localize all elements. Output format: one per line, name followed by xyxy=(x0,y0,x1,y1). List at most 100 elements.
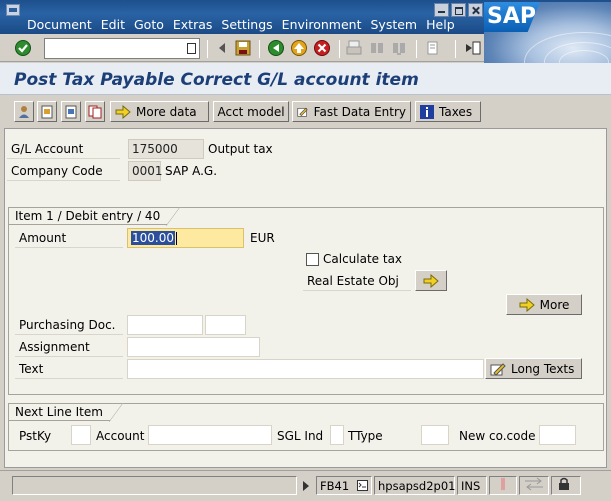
real-estate-label: Real Estate Obj xyxy=(303,271,411,291)
transfer-icon xyxy=(525,477,543,491)
back-icon[interactable] xyxy=(267,39,285,57)
pencil-list-icon xyxy=(297,107,308,117)
create-session-icon[interactable] xyxy=(464,39,482,57)
gl-account-label: G/L Account xyxy=(7,139,120,159)
menu-help[interactable]: Help xyxy=(426,17,455,32)
document-icon xyxy=(41,105,53,118)
main-content: G/L Account 175000 Output tax Company Co… xyxy=(4,128,607,468)
taxes-button[interactable]: Taxes xyxy=(415,101,481,122)
exit-icon[interactable] xyxy=(290,39,308,57)
menu-document[interactable]: Document xyxy=(27,17,92,32)
close-window-icon[interactable] xyxy=(468,3,483,17)
purchasing-doc-item-input[interactable] xyxy=(205,315,246,335)
server-field: hpsapsd2p01 xyxy=(374,476,455,495)
next-line-group-title: Next Line Item xyxy=(8,403,123,422)
purchasing-doc-input[interactable] xyxy=(127,315,203,335)
minimize-icon[interactable] xyxy=(434,3,449,17)
fast-data-entry-button[interactable]: Fast Data Entry xyxy=(292,101,411,122)
pstky-input[interactable] xyxy=(71,425,91,445)
calculate-tax-checkbox[interactable] xyxy=(306,253,319,266)
save-icon[interactable] xyxy=(234,39,252,57)
sgl-ind-input[interactable] xyxy=(330,425,344,445)
menu-goto[interactable]: Goto xyxy=(134,17,164,32)
edit-document-icon xyxy=(65,105,77,118)
toolbar-separator xyxy=(455,40,456,58)
print-icon xyxy=(346,40,362,55)
next-line-group: Next Line Item PstKy Account SGL Ind TTy… xyxy=(8,403,604,451)
item-group: Item 1 / Debit entry / 40 Amount 100.00 … xyxy=(8,207,604,395)
back-arrow-icon[interactable] xyxy=(214,39,232,57)
long-texts-label: Long Texts xyxy=(511,361,575,376)
mode-field: INS xyxy=(457,476,487,495)
arrow-right-icon xyxy=(115,104,131,119)
transaction-code-field: FB41 xyxy=(316,476,372,495)
application-toolbar: More data Acct model Fast Data Entry Tax… xyxy=(0,98,611,126)
status-indicator xyxy=(489,476,517,495)
real-estate-button[interactable] xyxy=(415,270,447,291)
sap-logo: SAP xyxy=(484,2,611,68)
maximize-icon[interactable] xyxy=(451,3,466,17)
page-title: Post Tax Payable Correct G/L account ite… xyxy=(14,70,419,90)
cancel-icon[interactable] xyxy=(313,39,331,57)
title-area: Post Tax Payable Correct G/L account ite… xyxy=(0,63,611,95)
status-message xyxy=(12,476,297,495)
account-input[interactable] xyxy=(148,425,272,445)
copy-document-button[interactable] xyxy=(85,101,105,122)
company-code-field: 0001 xyxy=(128,161,163,181)
text-label: Text xyxy=(15,359,123,379)
fast-data-entry-label: Fast Data Entry xyxy=(313,104,406,119)
currency-text: EUR xyxy=(250,231,275,245)
company-code-text: SAP A.G. xyxy=(165,164,218,178)
transaction-code: FB41 xyxy=(320,479,350,493)
find-icon xyxy=(371,43,383,53)
toolbar-separator xyxy=(259,40,260,58)
ttype-input[interactable] xyxy=(421,425,449,445)
toolbar-separator xyxy=(207,40,208,58)
calculate-tax-label: Calculate tax xyxy=(323,252,403,266)
lock-field xyxy=(551,476,581,495)
enter-icon[interactable] xyxy=(14,39,32,57)
arrow-right-icon xyxy=(423,273,439,288)
other-document-button[interactable] xyxy=(14,101,34,122)
info-icon xyxy=(420,104,434,119)
command-history-icon[interactable] xyxy=(187,43,196,54)
ttype-label: TType xyxy=(348,429,383,443)
assignment-label: Assignment xyxy=(15,337,123,357)
new-cocode-label: New co.code xyxy=(459,429,536,443)
long-texts-button[interactable]: Long Texts xyxy=(485,358,582,379)
assignment-input[interactable] xyxy=(127,337,260,357)
text-cursor xyxy=(176,232,177,245)
first-page-icon xyxy=(427,41,438,55)
command-field[interactable] xyxy=(44,38,200,59)
display-document-button[interactable] xyxy=(37,101,57,122)
pstky-label: PstKy xyxy=(19,429,52,443)
more-data-label: More data xyxy=(136,104,197,119)
more-data-button[interactable]: More data xyxy=(110,101,209,122)
menu-system[interactable]: System xyxy=(371,17,418,32)
new-cocode-input[interactable] xyxy=(539,425,576,445)
status-bar: FB41 hpsapsd2p01 INS xyxy=(0,470,611,501)
system-info-icon[interactable] xyxy=(357,480,368,491)
taxes-label: Taxes xyxy=(439,104,473,119)
amount-input[interactable]: 100.00 xyxy=(127,228,244,248)
text-input[interactable] xyxy=(127,359,484,379)
menu-settings[interactable]: Settings xyxy=(221,17,272,32)
expand-status-icon[interactable] xyxy=(301,480,311,492)
menu-edit[interactable]: Edit xyxy=(101,17,125,32)
menu-extras[interactable]: Extras xyxy=(173,17,213,32)
acct-model-label: Acct model xyxy=(217,104,285,119)
menu-environment[interactable]: Environment xyxy=(282,17,362,32)
more-button[interactable]: More xyxy=(506,294,582,315)
acct-model-button[interactable]: Acct model xyxy=(213,101,289,122)
more-label: More xyxy=(539,297,570,312)
system-menu-icon[interactable] xyxy=(6,4,20,16)
change-document-button[interactable] xyxy=(61,101,81,122)
item-group-title: Item 1 / Debit entry / 40 xyxy=(8,207,181,226)
main-menu: Document Edit Goto Extras Settings Envir… xyxy=(27,17,464,32)
toolbar-separator xyxy=(416,40,417,58)
gl-account-field: 175000 xyxy=(128,139,204,159)
connection-icon xyxy=(501,478,505,490)
sap-logo-text: SAP xyxy=(484,2,540,32)
window-controls xyxy=(434,3,483,17)
amount-label: Amount xyxy=(15,228,123,248)
